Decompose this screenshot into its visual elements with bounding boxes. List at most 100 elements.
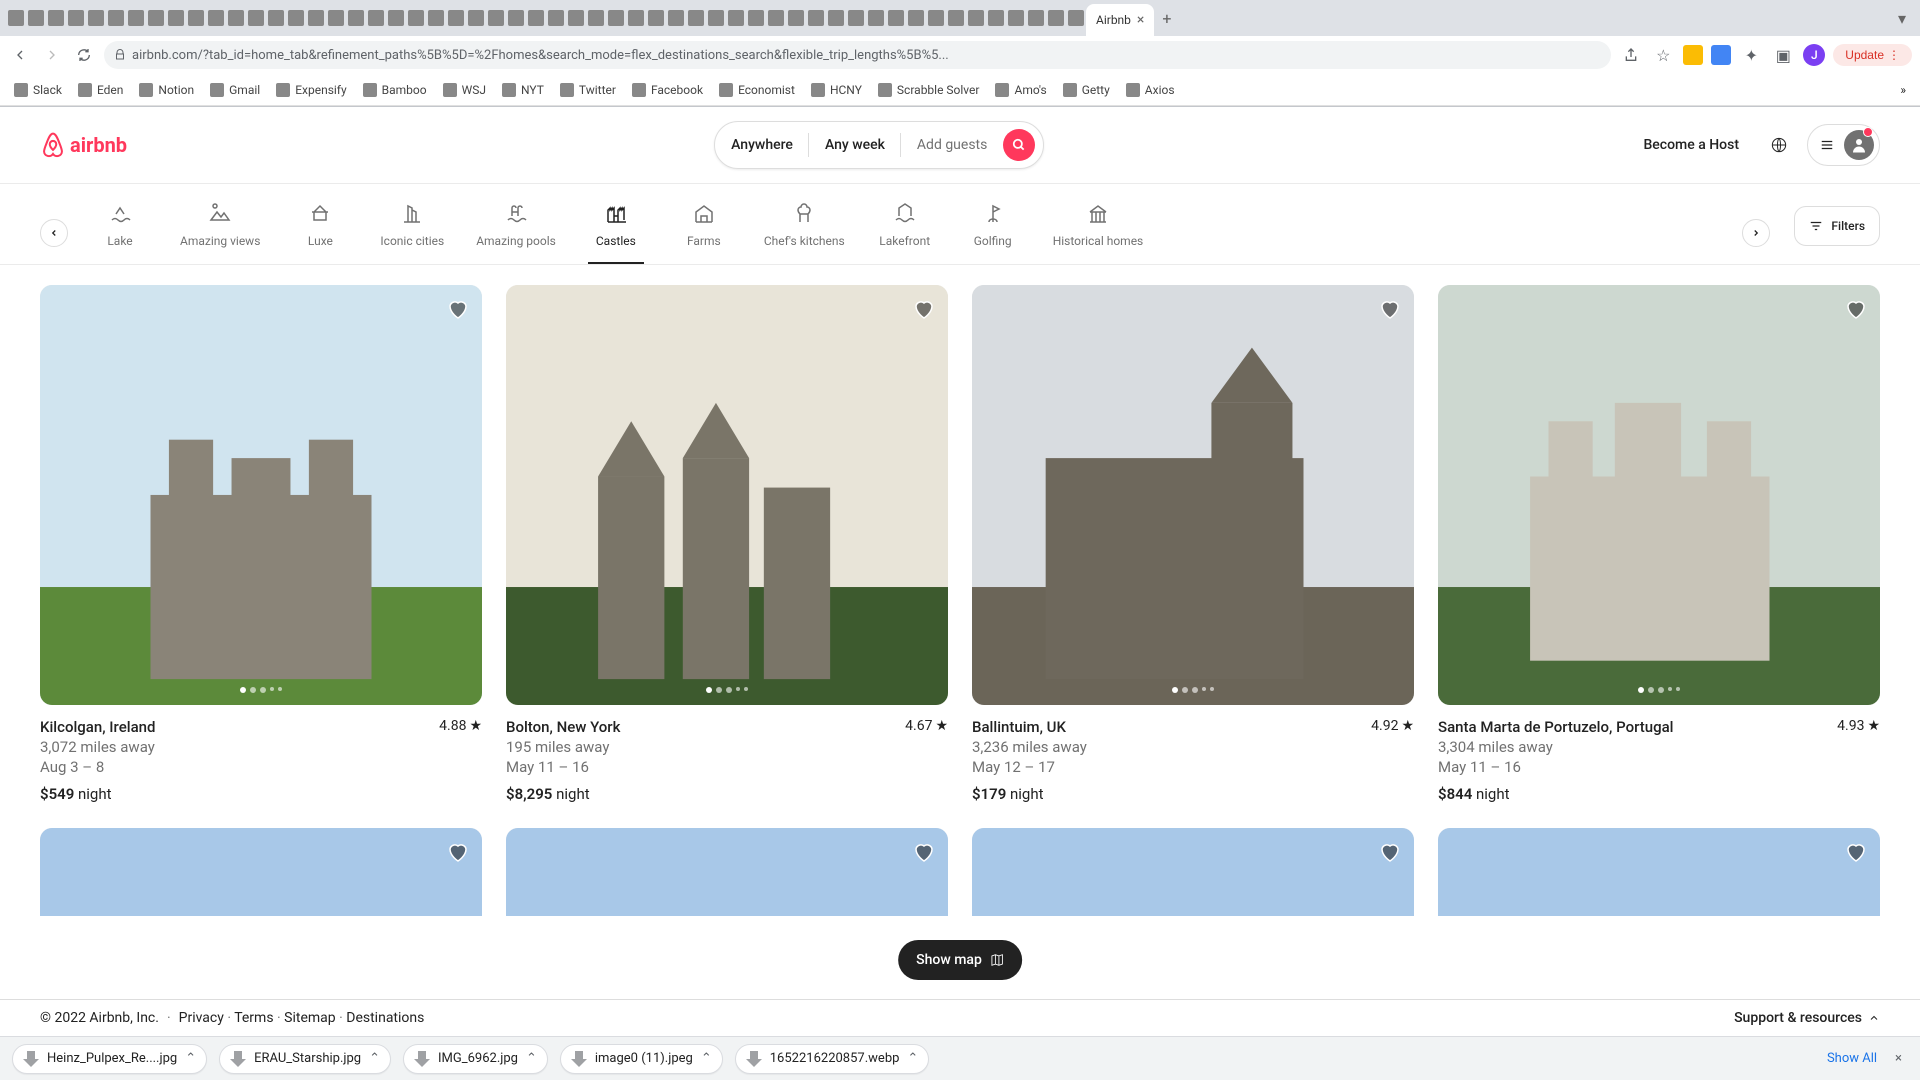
background-tab[interactable]	[928, 10, 944, 26]
download-chip[interactable]: ERAU_Starship.jpg⌃	[219, 1044, 391, 1074]
listing-card[interactable]	[40, 828, 482, 916]
bookmark-item[interactable]: NYT	[496, 80, 550, 100]
forward-button[interactable]	[40, 43, 64, 67]
background-tab[interactable]	[1028, 10, 1044, 26]
listing-image[interactable]	[972, 828, 1414, 916]
scroll-left-button[interactable]	[40, 219, 68, 247]
bookmark-item[interactable]: Gmail	[204, 80, 266, 100]
extension-icon[interactable]	[1711, 45, 1731, 65]
background-tab[interactable]	[628, 10, 644, 26]
wishlist-heart-icon[interactable]	[446, 297, 470, 321]
category-golfing[interactable]: Golfing	[965, 202, 1021, 264]
background-tab[interactable]	[708, 10, 724, 26]
background-tab[interactable]	[688, 10, 704, 26]
show-map-button[interactable]: Show map	[898, 940, 1022, 980]
category-historical[interactable]: Historical homes	[1053, 202, 1144, 264]
background-tab[interactable]	[388, 10, 404, 26]
scroll-right-button[interactable]	[1742, 219, 1770, 247]
listing-card[interactable]: Ballintuim, UK4.92★3,236 miles awayMay 1…	[972, 285, 1414, 804]
chevron-up-icon[interactable]: ⌃	[907, 1051, 918, 1066]
search-pill[interactable]: Anywhere Any week Add guests	[714, 121, 1044, 169]
new-tab-button[interactable]: +	[1154, 9, 1179, 28]
bookmark-item[interactable]: Getty	[1057, 80, 1116, 100]
background-tab[interactable]	[668, 10, 684, 26]
bookmark-item[interactable]: Amo's	[989, 80, 1052, 100]
background-tab[interactable]	[108, 10, 124, 26]
background-tab[interactable]	[548, 10, 564, 26]
search-button[interactable]	[1003, 129, 1035, 161]
category-lakefront[interactable]: Lakefront	[877, 202, 933, 264]
background-tab[interactable]	[28, 10, 44, 26]
background-tab[interactable]	[1068, 10, 1084, 26]
category-luxe[interactable]: Luxe	[292, 202, 348, 264]
download-chip[interactable]: image0 (11).jpeg⌃	[560, 1044, 723, 1074]
reader-button[interactable]: ▣	[1771, 43, 1795, 67]
background-tab[interactable]	[148, 10, 164, 26]
download-chip[interactable]: IMG_6962.jpg⌃	[403, 1044, 548, 1074]
listing-image[interactable]	[40, 828, 482, 916]
extensions-puzzle-button[interactable]: ✦	[1739, 43, 1763, 67]
wishlist-heart-icon[interactable]	[1378, 840, 1402, 864]
wishlist-heart-icon[interactable]	[912, 840, 936, 864]
close-downloads-bar[interactable]: ×	[1889, 1051, 1908, 1066]
background-tab[interactable]	[228, 10, 244, 26]
background-tab[interactable]	[48, 10, 64, 26]
search-when[interactable]: Any week	[809, 137, 901, 153]
background-tab[interactable]	[528, 10, 544, 26]
background-tab[interactable]	[848, 10, 864, 26]
wishlist-heart-icon[interactable]	[1844, 840, 1868, 864]
background-tab[interactable]	[448, 10, 464, 26]
background-tab[interactable]	[468, 10, 484, 26]
bookmark-item[interactable]: Axios	[1120, 80, 1181, 100]
category-farms[interactable]: Farms	[676, 202, 732, 264]
bookmark-item[interactable]: Scrabble Solver	[872, 80, 986, 100]
background-tab[interactable]	[788, 10, 804, 26]
background-tab[interactable]	[908, 10, 924, 26]
back-button[interactable]	[8, 43, 32, 67]
bookmark-star-button[interactable]: ☆	[1651, 43, 1675, 67]
category-views[interactable]: Amazing views	[180, 202, 260, 264]
background-tab[interactable]	[188, 10, 204, 26]
background-tab[interactable]	[268, 10, 284, 26]
bookmark-item[interactable]: Bamboo	[357, 80, 433, 100]
background-tab[interactable]	[1048, 10, 1064, 26]
background-tab[interactable]	[248, 10, 264, 26]
background-tab[interactable]	[288, 10, 304, 26]
chevron-up-icon[interactable]: ⌃	[369, 1051, 380, 1066]
chevron-up-icon[interactable]: ⌃	[701, 1051, 712, 1066]
listing-image[interactable]	[1438, 285, 1880, 705]
search-where[interactable]: Anywhere	[715, 137, 809, 153]
background-tab[interactable]	[968, 10, 984, 26]
support-toggle[interactable]: Support & resources	[1734, 1010, 1880, 1026]
url-field[interactable]: airbnb.com/?tab_id=home_tab&refinement_p…	[104, 41, 1611, 69]
footer-link-sitemap[interactable]: Sitemap	[284, 1010, 335, 1026]
wishlist-heart-icon[interactable]	[446, 840, 470, 864]
category-scroll[interactable]: LakeAmazing viewsLuxeIconic citiesAmazin…	[92, 202, 1718, 264]
bookmark-item[interactable]: Eden	[72, 80, 129, 100]
background-tab[interactable]	[808, 10, 824, 26]
wishlist-heart-icon[interactable]	[1844, 297, 1868, 321]
background-tab[interactable]	[408, 10, 424, 26]
background-tab[interactable]	[648, 10, 664, 26]
footer-link-privacy[interactable]: Privacy	[179, 1010, 224, 1026]
background-tab[interactable]	[768, 10, 784, 26]
extension-icon[interactable]	[1683, 45, 1703, 65]
background-tab[interactable]	[8, 10, 24, 26]
download-chip[interactable]: Heinz_Pulpex_Re....jpg⌃	[12, 1044, 207, 1074]
wishlist-heart-icon[interactable]	[912, 297, 936, 321]
bookmark-item[interactable]: Twitter	[554, 80, 622, 100]
listing-image[interactable]	[1438, 828, 1880, 916]
background-tab[interactable]	[588, 10, 604, 26]
bookmark-item[interactable]: HCNY	[805, 80, 868, 100]
footer-link-destinations[interactable]: Destinations	[346, 1010, 424, 1026]
listing-image[interactable]	[40, 285, 482, 705]
bookmark-item[interactable]: Notion	[133, 80, 200, 100]
category-pools[interactable]: Amazing pools	[476, 202, 556, 264]
listing-card[interactable]: Santa Marta de Portuzelo, Portugal4.93★3…	[1438, 285, 1880, 804]
search-who[interactable]: Add guests	[901, 137, 1003, 153]
user-menu[interactable]	[1807, 124, 1880, 166]
chevron-up-icon[interactable]: ⌃	[526, 1051, 537, 1066]
footer-link-terms[interactable]: Terms	[234, 1010, 273, 1026]
filters-button[interactable]: Filters	[1794, 206, 1880, 246]
bookmark-item[interactable]: Economist	[713, 80, 801, 100]
